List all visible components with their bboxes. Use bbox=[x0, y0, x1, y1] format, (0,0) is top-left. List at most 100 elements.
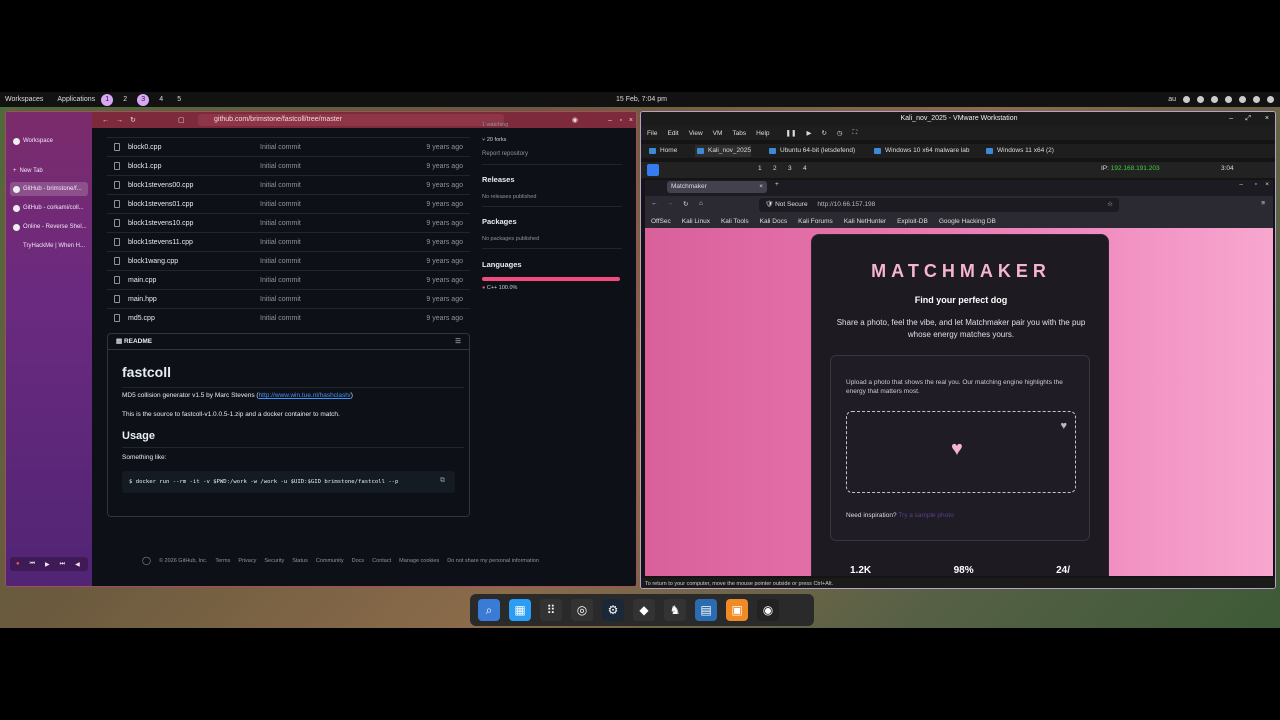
hashclash-link[interactable]: http://www.win.tue.nl/hashclash/ bbox=[259, 392, 351, 399]
releases-heading[interactable]: Releases bbox=[482, 175, 515, 184]
report-repository-link[interactable]: Report repository bbox=[482, 151, 528, 157]
tab-win10[interactable]: Windows 10 x64 malware lab bbox=[872, 145, 970, 157]
vm-minimize-icon[interactable]: – bbox=[1229, 112, 1233, 126]
commit-message[interactable]: Initial commit bbox=[260, 201, 301, 208]
commit-message[interactable]: Initial commit bbox=[260, 315, 301, 322]
obsidian-icon[interactable]: ◆ bbox=[633, 599, 655, 621]
volume-icon[interactable] bbox=[1239, 96, 1246, 103]
minimize-icon[interactable]: – bbox=[608, 117, 612, 124]
steam-icon[interactable]: ⚙ bbox=[602, 599, 624, 621]
workspace-2[interactable]: 2 bbox=[119, 94, 131, 106]
kali-clock[interactable]: 3:04 bbox=[1221, 165, 1234, 172]
sidebar-tab-reverse-shell[interactable]: Online - Reverse Shel... bbox=[10, 220, 88, 234]
file-name[interactable]: block1stevens11.cpp bbox=[128, 239, 193, 246]
vm-maximize-icon[interactable]: ⤢ bbox=[1245, 112, 1251, 126]
footer-docs[interactable]: Docs bbox=[352, 558, 365, 564]
file-row[interactable]: block1stevens00.cpp Initial commit 9 years… bbox=[107, 175, 470, 194]
tab-win11[interactable]: Windows 11 x64 (2) bbox=[984, 145, 1054, 157]
bookmark-offsec[interactable]: OffSec bbox=[651, 218, 671, 225]
menu-tabs[interactable]: Tabs bbox=[732, 130, 746, 137]
back-icon[interactable]: ← bbox=[102, 117, 109, 124]
kali-ws-3[interactable]: 3 bbox=[788, 165, 792, 172]
menu-edit[interactable]: Edit bbox=[667, 130, 678, 137]
ff-forward-icon[interactable]: → bbox=[667, 200, 674, 207]
menu-vm[interactable]: VM bbox=[713, 130, 723, 137]
applications-menu[interactable]: Applications bbox=[57, 96, 95, 103]
bookmark-google-hacking-db[interactable]: Google Hacking DB bbox=[939, 218, 996, 225]
menu-help[interactable]: Help bbox=[756, 130, 769, 137]
battery-icon[interactable] bbox=[1253, 96, 1260, 103]
settings-icon[interactable] bbox=[1183, 96, 1190, 103]
search-app-icon[interactable]: ⌕ bbox=[478, 599, 500, 621]
tab-matchmaker[interactable]: Matchmaker × bbox=[667, 181, 767, 193]
bookmark-exploit-db[interactable]: Exploit-DB bbox=[897, 218, 928, 225]
file-row[interactable]: block0.cpp Initial commit 9 years ago bbox=[107, 137, 470, 156]
ff-close-icon[interactable]: × bbox=[1265, 181, 1269, 188]
workspace-4[interactable]: 4 bbox=[155, 94, 167, 106]
file-name[interactable]: block1wang.cpp bbox=[128, 258, 178, 265]
tab-home[interactable]: Home bbox=[647, 145, 677, 157]
file-name[interactable]: main.cpp bbox=[128, 277, 156, 284]
previous-icon[interactable]: ⏮ bbox=[30, 561, 35, 568]
file-name[interactable]: block1stevens10.cpp bbox=[128, 220, 193, 227]
bookmark-kali-docs[interactable]: Kali Docs bbox=[760, 218, 787, 225]
commit-message[interactable]: Initial commit bbox=[260, 258, 301, 265]
clock[interactable]: 15 Feb, 7:04 pm bbox=[616, 96, 667, 103]
file-row[interactable]: md5.cpp Initial commit 9 years ago bbox=[107, 308, 470, 327]
sidebar-tab-github-fastcoll[interactable]: GitHub - brimstone/f... bbox=[10, 182, 88, 196]
outline-icon[interactable]: ☰ bbox=[455, 334, 461, 350]
tab-ubuntu[interactable]: Ubuntu 64-bit (letsdefend) bbox=[767, 145, 855, 157]
footer-contact[interactable]: Contact bbox=[372, 558, 391, 564]
packages-heading[interactable]: Packages bbox=[482, 217, 517, 226]
ff-menu-icon[interactable]: ≡ bbox=[1261, 200, 1265, 207]
copy-icon[interactable]: ⧉ bbox=[440, 477, 445, 485]
file-row[interactable]: block1stevens10.cpp Initial commit 9 years… bbox=[107, 213, 470, 232]
close-icon[interactable]: × bbox=[629, 117, 633, 124]
new-tab-icon[interactable]: + bbox=[775, 181, 779, 188]
file-row[interactable]: block1stevens11.cpp Initial commit 9 years… bbox=[107, 232, 470, 251]
notes-icon[interactable]: ▤ bbox=[695, 599, 717, 621]
tab-kali[interactable]: Kali_nov_2025 bbox=[695, 145, 752, 157]
file-row[interactable]: block1wang.cpp Initial commit 9 years ago bbox=[107, 251, 470, 270]
kali-ws-2[interactable]: 2 bbox=[773, 165, 777, 172]
record-icon[interactable]: ● bbox=[16, 561, 20, 567]
sidebar-tab-tryhackme[interactable]: TryHackMe | When H... bbox=[10, 239, 88, 253]
inspiration-link[interactable]: Try a sample photo bbox=[898, 512, 953, 519]
footer-manage-cookies[interactable]: Manage cookies bbox=[399, 558, 439, 564]
ff-home-icon[interactable]: ⌂ bbox=[699, 200, 703, 207]
ff-minimize-icon[interactable]: – bbox=[1239, 181, 1243, 188]
mute-icon[interactable]: ◀ bbox=[75, 561, 80, 568]
file-name[interactable]: block1.cpp bbox=[128, 163, 161, 170]
play-icon[interactable]: ▶ bbox=[45, 561, 50, 568]
commit-message[interactable]: Initial commit bbox=[260, 239, 301, 246]
sidebar-tab-github-corkami[interactable]: GitHub - corkami/coll... bbox=[10, 201, 88, 215]
file-row[interactable]: main.cpp Initial commit 9 years ago bbox=[107, 270, 470, 289]
commit-message[interactable]: Initial commit bbox=[260, 182, 301, 189]
network-icon[interactable] bbox=[1211, 96, 1218, 103]
restart-icon[interactable]: ↻ bbox=[821, 129, 826, 137]
tab-close-icon[interactable]: × bbox=[759, 181, 763, 193]
forward-icon[interactable]: → bbox=[116, 117, 123, 124]
keyboard-layout[interactable]: au bbox=[1168, 96, 1176, 103]
file-row[interactable]: block1stevens01.cpp Initial commit 9 years… bbox=[107, 194, 470, 213]
obs-icon[interactable]: ◉ bbox=[757, 599, 779, 621]
obs-like-icon[interactable]: ◎ bbox=[571, 599, 593, 621]
commit-message[interactable]: Initial commit bbox=[260, 277, 301, 284]
menu-file[interactable]: File bbox=[647, 130, 657, 137]
bluetooth-icon[interactable] bbox=[1225, 96, 1232, 103]
workspace-3[interactable]: 3 bbox=[137, 93, 150, 106]
footer-privacy[interactable]: Privacy bbox=[238, 558, 256, 564]
watching-count[interactable]: 1 watching bbox=[482, 122, 508, 128]
commit-message[interactable]: Initial commit bbox=[260, 220, 301, 227]
footer-terms[interactable]: Terms bbox=[215, 558, 230, 564]
kali-ws-1[interactable]: 1 bbox=[758, 165, 762, 172]
bookmark-kali-linux[interactable]: Kali Linux bbox=[682, 218, 710, 225]
footer-do-not-share[interactable]: Do not share my personal information bbox=[447, 558, 539, 564]
reload-icon[interactable]: ↻ bbox=[130, 116, 136, 124]
file-name[interactable]: md5.cpp bbox=[128, 315, 155, 322]
kali-menu-icon[interactable] bbox=[647, 164, 659, 176]
snapshot-icon[interactable]: ◷ bbox=[837, 129, 843, 137]
footer-status[interactable]: Status bbox=[292, 558, 308, 564]
file-row[interactable]: main.hpp Initial commit 9 years ago bbox=[107, 289, 470, 308]
file-name[interactable]: main.hpp bbox=[128, 296, 157, 303]
